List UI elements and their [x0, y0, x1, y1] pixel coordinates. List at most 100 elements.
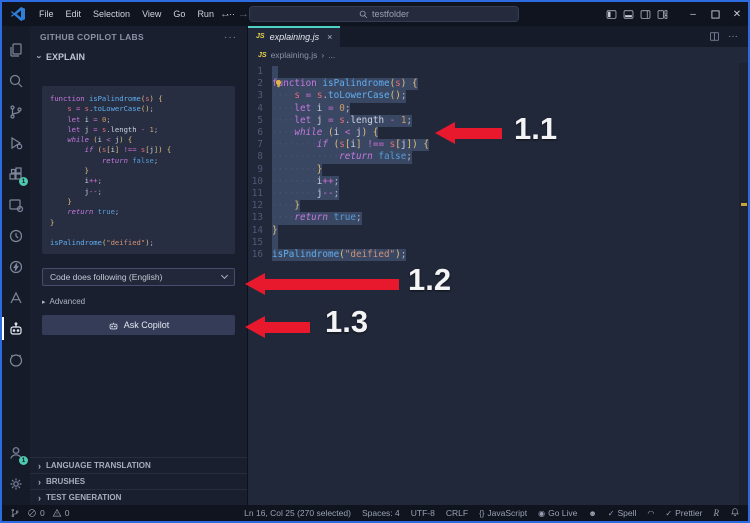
menu-item-view[interactable]: View	[136, 9, 167, 19]
status-item-prettier[interactable]: ✓ Prettier	[665, 508, 702, 518]
sidebar-title: GITHUB COPILOT LABS	[40, 32, 144, 42]
command-center-search[interactable]: testfolder	[249, 6, 519, 22]
explain-section-header[interactable]: › EXPLAIN	[30, 48, 247, 64]
toggle-panel-icon[interactable]	[623, 9, 634, 20]
status-item-spell[interactable]: ✓ Spell	[608, 508, 637, 518]
copilot-labs-icon[interactable]	[2, 313, 30, 344]
history-clock-icon[interactable]	[2, 220, 30, 251]
status-item-javascript[interactable]: {} JavaScript	[479, 508, 527, 518]
status-item-r[interactable]: R	[714, 508, 720, 518]
notifications-bell-icon[interactable]	[730, 507, 740, 519]
customize-layout-icon[interactable]	[657, 9, 668, 20]
forward-arrow-icon[interactable]: →	[238, 8, 249, 20]
tab-explaining-js[interactable]: JS explaining.js ×	[248, 26, 341, 47]
status-item-arc[interactable]: ◠	[647, 509, 654, 518]
run-debug-icon[interactable]	[2, 127, 30, 158]
breadcrumb[interactable]: JS explaining.js › ...	[248, 47, 748, 63]
code-line-10: 10 ········i++;	[248, 175, 748, 189]
remote-branch-icon[interactable]	[10, 508, 20, 518]
window-controls: – ✕	[606, 2, 748, 26]
status-item-crlf[interactable]: CRLF	[446, 508, 468, 518]
title-bar: File Edit Selection View Go Run ··· ← → testfo…	[2, 2, 748, 26]
menu-item-go[interactable]: Go	[167, 9, 191, 19]
toggle-sidebar-icon[interactable]	[606, 9, 617, 20]
status-item-github[interactable]: ☻	[588, 509, 596, 518]
advanced-label: Advanced	[49, 297, 86, 306]
accounts-badge: 1	[19, 456, 28, 465]
line-number: 14	[251, 224, 263, 236]
editor-group: JS explaining.js × ··· JS explaining.js …	[248, 26, 748, 505]
code-line-9: 9 ········}	[248, 163, 748, 176]
dropdown-value: Code does following (English)	[50, 272, 163, 282]
source-control-icon[interactable]	[2, 96, 30, 127]
editor-more-actions[interactable]: ···	[728, 31, 738, 42]
accounts-icon[interactable]: 1	[2, 437, 30, 468]
menu-item-file[interactable]: File	[33, 9, 60, 19]
lightbulb-icon[interactable]	[274, 79, 283, 88]
line-number: 16	[251, 249, 263, 261]
braces-icon: {}	[479, 508, 485, 518]
restore-button[interactable]	[704, 2, 726, 26]
code-line-4: 4 ····let i = 0;	[248, 102, 748, 115]
line-number: 4	[257, 102, 263, 114]
menu-item-run[interactable]: Run	[191, 9, 220, 19]
status-label: Spaces: 4	[361, 508, 400, 518]
extensions-icon[interactable]: 1	[2, 158, 30, 189]
minimize-button[interactable]: –	[682, 2, 704, 26]
section-brushes[interactable]: › BRUSHES	[30, 473, 247, 489]
check-icon: ✓	[665, 508, 673, 518]
explain-mode-dropdown[interactable]: Code does following (English)	[42, 268, 235, 286]
back-arrow-icon[interactable]: ←	[220, 8, 231, 20]
error-icon	[28, 509, 36, 517]
settings-gear-icon[interactable]	[2, 468, 30, 499]
golive-icon: ◉	[538, 508, 546, 518]
status-item-go-live[interactable]: ◉ Go Live	[538, 508, 577, 518]
search-value: testfolder	[371, 9, 410, 19]
line-number: 13	[251, 212, 263, 224]
thunder-client-icon[interactable]	[2, 251, 30, 282]
menu-item-edit[interactable]: Edit	[60, 9, 88, 19]
snippet-line: j--;	[84, 186, 102, 196]
search-icon	[359, 10, 368, 18]
ask-copilot-button[interactable]: Ask Copilot	[42, 315, 235, 335]
explorer-icon[interactable]	[2, 34, 30, 65]
remote-explorer-icon[interactable]	[2, 189, 30, 220]
chevron-right-icon: ›	[38, 492, 41, 503]
sidebar-more-actions[interactable]: ···	[224, 32, 237, 43]
warnings-indicator[interactable]: 0	[52, 508, 69, 518]
js-file-icon: JS	[256, 33, 265, 40]
azure-icon[interactable]	[2, 282, 30, 313]
code-line-2: 2 function isPalindrome(s) {	[248, 78, 748, 91]
overview-ruler[interactable]	[739, 63, 748, 505]
snippet-line: let i = 0;	[67, 114, 111, 124]
tab-label: explaining.js	[269, 31, 320, 42]
menu-item-selection[interactable]: Selection	[87, 9, 136, 19]
status-label: JavaScript	[487, 508, 528, 518]
split-editor-icon[interactable]	[709, 31, 720, 42]
errors-indicator[interactable]: 0	[27, 508, 45, 518]
menu-bar: File Edit Selection View Go Run ···	[33, 9, 241, 19]
status-item-spaces-4[interactable]: Spaces: 4	[362, 508, 400, 518]
close-window-button[interactable]: ✕	[726, 2, 748, 26]
chevron-right-icon: ›	[38, 476, 41, 487]
status-label: Spell	[617, 508, 637, 518]
code-editor[interactable]: 1 2 function isPalindrome(s) {3 ····s = s.…	[248, 63, 748, 505]
advanced-toggle[interactable]: ▸ Advanced	[42, 297, 235, 306]
snippet-line: }	[50, 217, 55, 227]
search-sidebar-icon[interactable]	[2, 65, 30, 96]
status-item-ln-16-col-25-270-selected-[interactable]: Ln 16, Col 25 (270 selected)	[244, 508, 351, 518]
warning-icon	[52, 508, 62, 517]
section-language-translation[interactable]: › LANGUAGE TRANSLATION	[30, 457, 247, 473]
code-snippet-preview: function isPalindrome(s) { s = s.toLower…	[42, 86, 235, 254]
section-test-generation[interactable]: › TEST GENERATION	[30, 489, 247, 505]
status-label: Prettier	[675, 508, 703, 518]
status-item-utf-8[interactable]: UTF-8	[411, 508, 435, 518]
snippet-line: }	[84, 166, 89, 176]
code-line-6: 6 ····while (i < j) {	[248, 127, 748, 140]
snippet-line: let j = s.length - 1;	[67, 124, 159, 134]
close-tab-icon[interactable]: ×	[327, 32, 332, 42]
github-icon[interactable]	[2, 344, 30, 375]
code-line-15: 15	[248, 236, 748, 250]
toggle-secondary-sidebar-icon[interactable]	[640, 9, 651, 20]
status-label: Ln 16, Col 25 (270 selected)	[244, 508, 351, 518]
